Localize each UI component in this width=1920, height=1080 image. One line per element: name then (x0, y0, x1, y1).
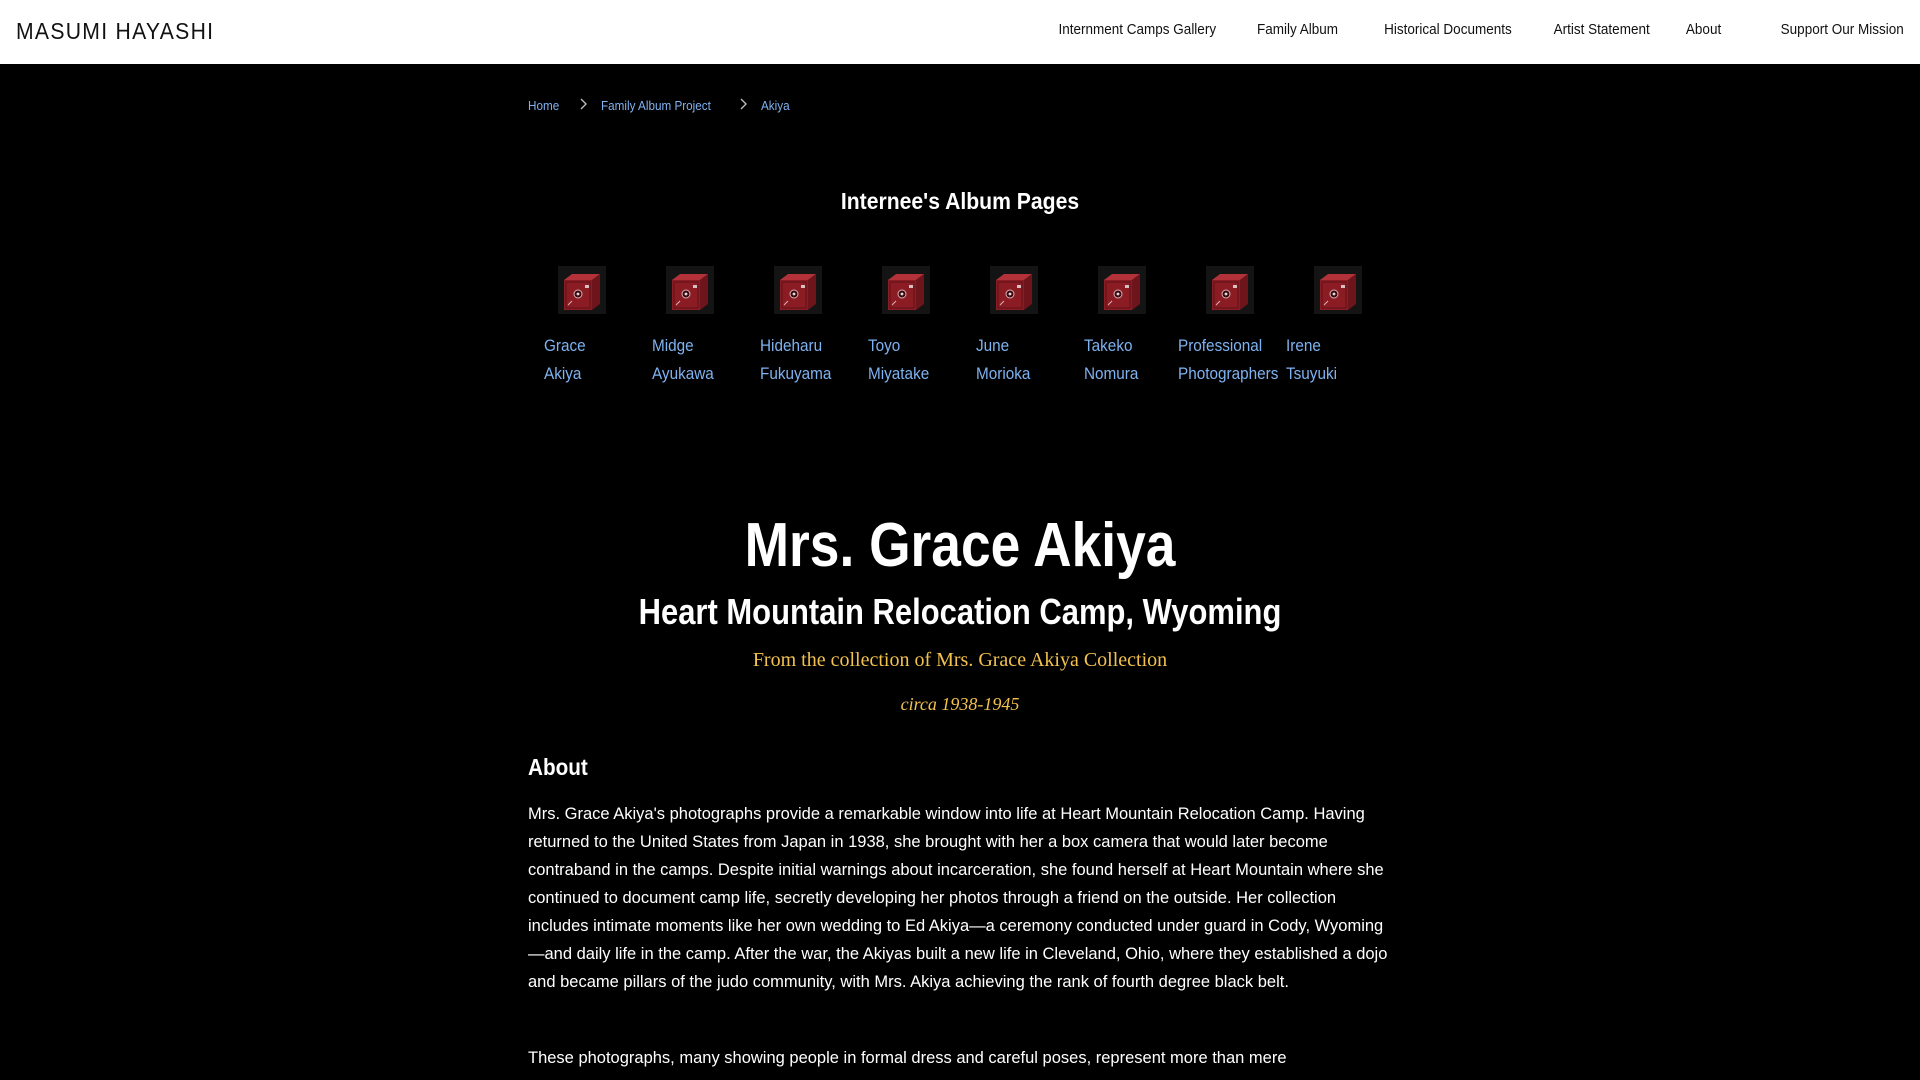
album-page-link[interactable]: Grace Akiya (528, 266, 636, 396)
nav-internment-camps-gallery[interactable]: Internment Camps Gallery (1058, 21, 1216, 38)
red-box-camera-icon (1314, 266, 1362, 314)
first-name: June (976, 336, 1010, 355)
breadcrumb-family-album-project[interactable]: Family Album Project (601, 98, 711, 113)
red-box-camera-icon (1098, 266, 1146, 314)
site-logo-text[interactable]: MASUMI HAYASHI (16, 18, 214, 45)
first-name: Takeko (1084, 336, 1133, 355)
album-pages-grid: Grace Akiya Midge Ayukawa Hideharu Fukuyama To… (528, 266, 1392, 396)
about-heading: About (528, 754, 588, 780)
red-box-camera-icon (666, 266, 714, 314)
last-name: Ayukawa (652, 364, 714, 383)
album-page-label: Irene Tsuyuki (1286, 332, 1337, 388)
main-nav: Internment Camps Gallery Family Album Hi… (1009, 21, 1904, 38)
breadcrumb-akiya[interactable]: Akiya (761, 98, 790, 113)
first-name: Professional (1178, 336, 1263, 355)
album-page-link[interactable]: Toyo Miyatake (852, 266, 960, 396)
date-range: circa 1938-1945 (900, 694, 1020, 714)
first-name: Irene (1286, 336, 1321, 355)
first-name: Grace (544, 336, 586, 355)
nav-artist-statement[interactable]: Artist Statement (1554, 21, 1650, 38)
album-page-link[interactable]: Hideharu Fukuyama (744, 266, 852, 396)
first-name: Hideharu (760, 336, 823, 355)
nav-about[interactable]: About (1686, 21, 1721, 38)
last-name: Tsuyuki (1286, 364, 1338, 383)
last-name: Fukuyama (760, 364, 832, 383)
album-page-label: Midge Ayukawa (652, 332, 714, 388)
last-name: Photographers (1178, 364, 1279, 383)
first-name: Midge (652, 336, 694, 355)
album-page-label: Takeko Nomura (1084, 332, 1138, 388)
red-box-camera-icon (558, 266, 606, 314)
nav-historical-documents[interactable]: Historical Documents (1384, 21, 1512, 38)
album-page-label: Professional Photographers (1178, 332, 1278, 388)
about-paragraph-continued: These photographs, many showing people i… (528, 1049, 1287, 1067)
top-navigation-bar: MASUMI HAYASHI Internment Camps Gallery … (0, 0, 1920, 64)
last-name: Morioka (976, 364, 1031, 383)
breadcrumb: Home Family Album Project Akiya (528, 98, 793, 113)
album-page-link[interactable]: Takeko Nomura (1068, 266, 1176, 396)
album-page-link[interactable]: Professional Photographers (1176, 266, 1284, 396)
nav-family-album[interactable]: Family Album (1257, 21, 1338, 38)
album-page-label: Hideharu Fukuyama (760, 332, 831, 388)
chevron-right-icon (739, 98, 747, 113)
last-name: Akiya (544, 364, 582, 383)
first-name: Toyo (868, 336, 901, 355)
red-box-camera-icon (882, 266, 930, 314)
album-page-link[interactable]: June Morioka (960, 266, 1068, 396)
chevron-right-icon (579, 98, 587, 113)
album-page-label: June Morioka (976, 332, 1030, 388)
breadcrumb-home[interactable]: Home (528, 98, 559, 113)
red-box-camera-icon (990, 266, 1038, 314)
camp-subtitle: Heart Mountain Relocation Camp, Wyoming (638, 591, 1282, 632)
album-page-link[interactable]: Irene Tsuyuki (1284, 266, 1392, 396)
nav-support-our-mission[interactable]: Support Our Mission (1781, 21, 1904, 38)
last-name: Nomura (1084, 364, 1139, 383)
about-paragraph: Mrs. Grace Akiya's photographs provide a… (528, 805, 1388, 991)
album-page-link[interactable]: Midge Ayukawa (636, 266, 744, 396)
album-page-label: Grace Akiya (544, 332, 586, 388)
red-box-camera-icon (1206, 266, 1254, 314)
page-title: Mrs. Grace Akiya (744, 511, 1176, 580)
album-page-label: Toyo Miyatake (868, 332, 929, 388)
collection-credit: From the collection of Mrs. Grace Akiya … (752, 649, 1168, 671)
album-pages-heading: Internee's Album Pages (840, 188, 1080, 214)
last-name: Miyatake (868, 364, 930, 383)
red-box-camera-icon (774, 266, 822, 314)
